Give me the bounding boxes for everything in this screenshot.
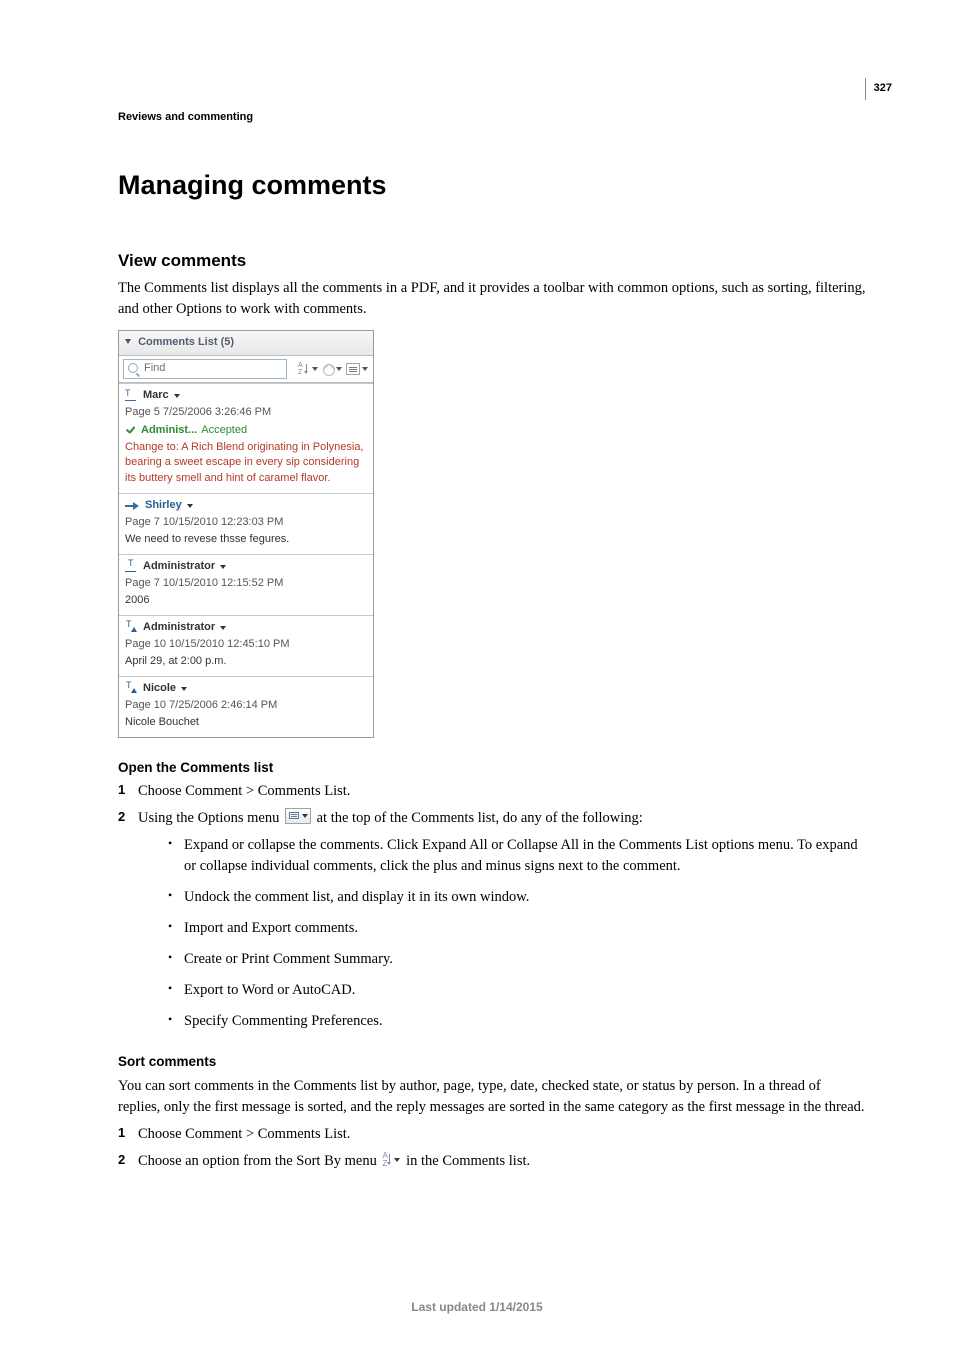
bullet-item: Undock the comment list, and display it … [168,887,866,908]
footer-last-updated: Last updated 1/14/2015 [0,1299,954,1316]
comment-status-value: Accepted [201,423,247,439]
comment-body: Nicole Bouchet [125,715,367,731]
page-title: Managing comments [118,166,866,205]
bullet-item: Create or Print Comment Summary. [168,949,866,970]
comment-body: Change to: A Rich Blend originating in P… [125,440,367,488]
heading-view-comments: View comments [118,249,866,274]
bullet-item: Expand or collapse the comments. Click E… [168,835,866,877]
comment-meta: Page 10 10/15/2010 12:45:10 PM [125,637,367,653]
comment-body: We need to revese thsse fegures. [125,532,367,548]
list-item: 1 Choose Comment > Comments List. [118,781,866,802]
chevron-down-icon [174,394,180,398]
comment-author: Marc [143,388,169,404]
filter-button[interactable] [321,360,343,378]
step-text-a: Choose an option from the Sort By menu [138,1153,380,1169]
replace-text-icon [125,390,139,402]
sort-button[interactable]: AZ [297,360,319,378]
comments-panel-header[interactable]: Comments List (5) [119,331,373,356]
insert-text-icon [125,683,139,695]
step-text: Choose Comment > Comments List. [138,1126,350,1142]
chevron-down-icon [181,687,187,691]
find-input[interactable]: Find [123,359,287,379]
comment-item[interactable]: Shirley Page 7 10/15/2010 12:23:03 PM We… [119,493,373,554]
step-text-b: in the Comments list. [402,1153,530,1169]
bullet-item: Import and Export comments. [168,918,866,939]
step-text-a: Using the Options menu [138,810,283,826]
bullet-item: Specify Commenting Preferences. [168,1011,866,1032]
paragraph-view-comments: The Comments list displays all the comme… [118,278,866,320]
comment-item[interactable]: Administrator Page 10 10/15/2010 12:45:1… [119,615,373,676]
options-icon [285,808,311,824]
find-placeholder: Find [144,361,165,377]
heading-sort-comments: Sort comments [118,1052,866,1072]
heading-open-comments-list: Open the Comments list [118,758,866,778]
comment-author: Nicole [143,681,176,697]
step-text-b: at the top of the Comments list, do any … [313,810,643,826]
comment-body: 2006 [125,593,367,609]
options-button[interactable] [345,360,369,378]
paragraph-sort-comments: You can sort comments in the Comments li… [118,1076,866,1118]
comment-meta: Page 7 10/15/2010 12:15:52 PM [125,576,367,592]
comment-item[interactable]: Nicole Page 10 7/25/2006 2:46:14 PM Nico… [119,676,373,737]
filter-icon [322,363,334,375]
bullet-item: Export to Word or AutoCAD. [168,980,866,1001]
comment-meta: Page 10 7/25/2006 2:46:14 PM [125,698,367,714]
list-item: 2 Choose an option from the Sort By menu… [118,1151,866,1172]
insert-text-icon [125,622,139,634]
chevron-down-icon [187,504,193,508]
comment-author: Administrator [143,559,215,575]
chevron-down-icon [220,565,226,569]
page-number: 327 [865,78,892,100]
comment-item[interactable]: Administrator Page 7 10/15/2010 12:15:52… [119,554,373,615]
options-icon [346,363,360,375]
check-icon [125,425,137,437]
comment-meta: Page 7 10/15/2010 12:23:03 PM [125,515,367,531]
list-item: 2 Using the Options menu at the top of t… [118,808,866,1032]
chevron-down-icon [220,626,226,630]
sort-icon: AZ [382,1153,400,1167]
search-icon [128,363,140,375]
arrow-right-icon [125,500,141,512]
sort-icon: AZ [298,363,310,375]
comments-list-panel: Comments List (5) Find AZ [118,330,374,738]
comment-meta: Page 5 7/25/2006 3:26:46 PM [125,405,367,421]
comment-body: April 29, at 2:00 p.m. [125,654,367,670]
list-item: 1 Choose Comment > Comments List. [118,1124,866,1145]
comment-author: Administrator [143,620,215,636]
text-replace-icon [125,561,139,573]
comments-panel-title: Comments List (5) [138,336,234,348]
comment-status-name: Administ... [141,423,197,439]
comment-author: Shirley [145,498,182,514]
comment-item[interactable]: Marc Page 5 7/25/2006 3:26:46 PM Adminis… [119,383,373,494]
step-text: Choose Comment > Comments List. [138,783,350,799]
comments-panel-toolbar: Find AZ [119,356,373,383]
running-head: Reviews and commenting [118,110,866,126]
